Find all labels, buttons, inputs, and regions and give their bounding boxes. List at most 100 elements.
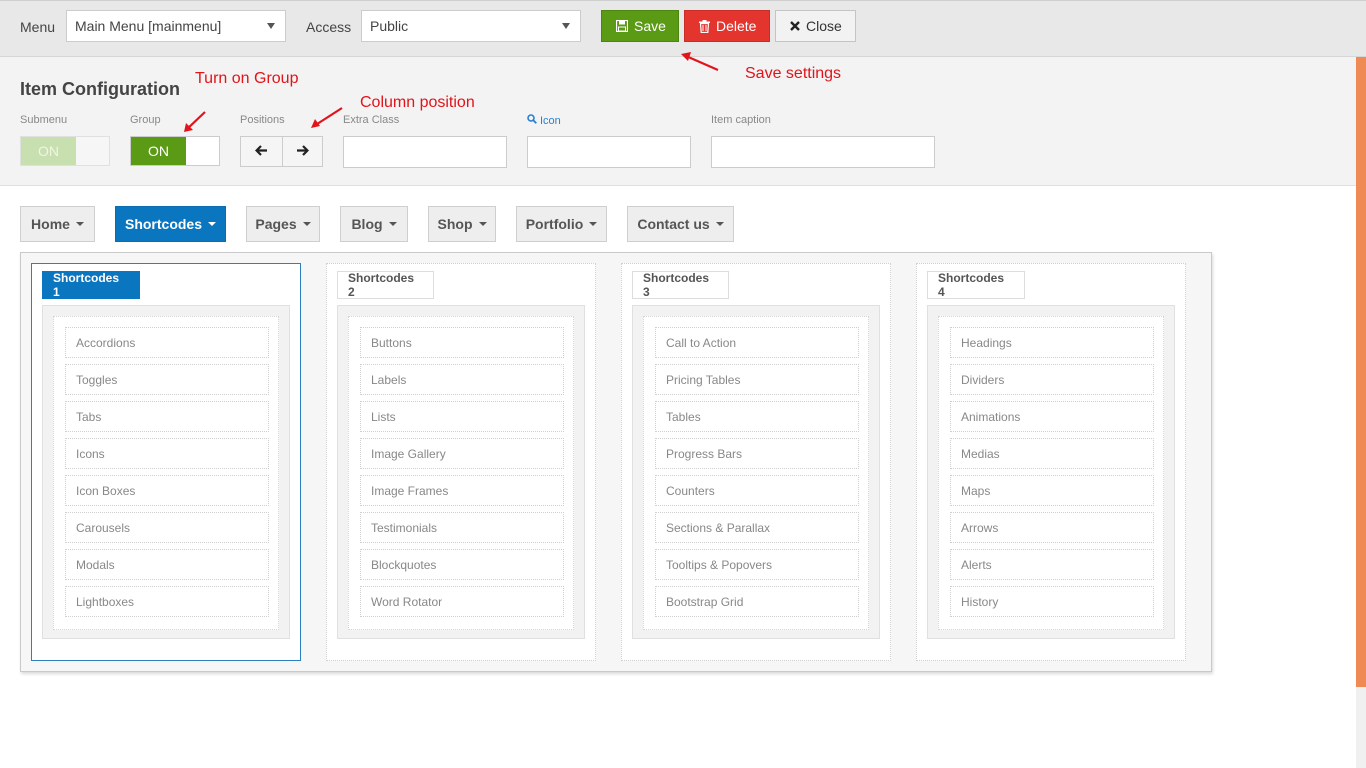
menu-item[interactable]: Arrows [950,512,1154,543]
menu-item[interactable]: Call to Action [655,327,859,358]
nav-item-home[interactable]: Home [20,206,95,242]
menu-item[interactable]: Bootstrap Grid [655,586,859,617]
extra-class-label: Extra Class [343,114,400,126]
column-body: Accordions Toggles Tabs Icons Icon Boxes Caro… [42,305,290,639]
menu-item[interactable]: Buttons [360,327,564,358]
menu-select[interactable]: Main Menu [mainmenu] [66,10,286,42]
caret-down-icon [715,222,724,226]
menu-column[interactable]: Shortcodes 2 Buttons Labels Lists Image Gall… [326,263,596,661]
nav-item-label: Shop [437,216,473,232]
nav-item-shortcodes[interactable]: Shortcodes [115,206,226,242]
nav-item-label: Blog [351,216,383,232]
nav-item-portfolio[interactable]: Portfolio [516,206,607,242]
position-left-button[interactable] [241,137,282,166]
menu-item[interactable]: Word Rotator [360,586,564,617]
delete-button[interactable]: Delete [684,10,770,42]
close-button-label: Close [806,18,842,34]
annotation-arrow-icon [311,107,343,128]
icon-field-label[interactable]: Icon [527,114,561,127]
caret-down-icon [302,222,311,226]
nav-item-label: Pages [255,216,297,232]
menu-item[interactable]: Carousels [65,512,269,543]
column-item-group: Accordions Toggles Tabs Icons Icon Boxes Caro… [53,316,279,630]
group-label: Group [130,114,161,126]
floppy-disk-icon [616,20,628,32]
menu-item[interactable]: Labels [360,364,564,395]
menu-column[interactable]: Shortcodes 4 Headings Dividers Animations Me… [916,263,1186,661]
column-item-group: Call to Action Pricing Tables Tables Progre… [643,316,869,630]
menu-item[interactable]: Tabs [65,401,269,432]
menu-item[interactable]: Dividers [950,364,1154,395]
column-body: Call to Action Pricing Tables Tables Progre… [632,305,880,639]
caret-down-icon [478,222,487,226]
nav-item-blog[interactable]: Blog [340,206,408,242]
icon-input[interactable] [527,136,691,168]
save-button[interactable]: Save [601,10,679,42]
menu-item[interactable]: Lightboxes [65,586,269,617]
chevron-down-icon [267,23,275,29]
menu-item[interactable]: Toggles [65,364,269,395]
delete-button-label: Delete [716,18,757,34]
submenu-label: Submenu [20,114,68,126]
menu-item[interactable]: Maps [950,475,1154,506]
menu-item[interactable]: Counters [655,475,859,506]
menu-item[interactable]: Testimonials [360,512,564,543]
menu-column[interactable]: Shortcodes 1 Accordions Toggles Tabs Icons Ic… [31,263,301,661]
nav-item-shop[interactable]: Shop [428,206,496,242]
menu-item[interactable]: History [950,586,1154,617]
group-toggle-state: ON [131,137,186,165]
extra-class-input[interactable] [343,136,507,168]
menu-item[interactable]: Alerts [950,549,1154,580]
menu-item[interactable]: Icons [65,438,269,469]
access-label: Access [306,19,352,35]
column-title[interactable]: Shortcodes 2 [337,271,434,299]
column-title[interactable]: Shortcodes 4 [927,271,1025,299]
chevron-down-icon [562,23,570,29]
menu-item[interactable]: Icon Boxes [65,475,269,506]
positions-button-group [240,136,323,167]
position-right-button[interactable] [281,137,323,166]
item-caption-input[interactable] [711,136,935,168]
menu-item[interactable]: Animations [950,401,1154,432]
menu-item[interactable]: Blockquotes [360,549,564,580]
access-select-value: Public [370,18,409,34]
arrow-left-icon [254,143,268,161]
access-select[interactable]: Public [361,10,581,42]
column-body: Headings Dividers Animations Medias Maps Arro… [927,305,1175,639]
nav-item-contact-us[interactable]: Contact us [627,206,734,242]
menu-item[interactable]: Tables [655,401,859,432]
nav-item-pages[interactable]: Pages [246,206,320,242]
menu-select-value: Main Menu [mainmenu] [75,18,222,34]
column-title[interactable]: Shortcodes 1 [42,271,140,299]
menu-item[interactable]: Pricing Tables [655,364,859,395]
menu-item[interactable]: Lists [360,401,564,432]
menu-column[interactable]: Shortcodes 3 Call to Action Pricing Tables… [621,263,891,661]
vertical-scrollbar[interactable] [1356,57,1366,768]
scrollbar-thumb[interactable] [1356,57,1366,687]
menu-item[interactable]: Medias [950,438,1154,469]
annotation-arrow-icon [184,111,206,132]
column-title[interactable]: Shortcodes 3 [632,271,729,299]
item-configuration-title: Item Configuration [20,79,180,99]
submenu-toggle-state: ON [21,137,76,165]
group-toggle[interactable]: ON [130,136,220,166]
menu-item[interactable]: Modals [65,549,269,580]
menu-label: Menu [20,19,56,35]
menu-item[interactable]: Sections & Parallax [655,512,859,543]
menu-item[interactable]: Progress Bars [655,438,859,469]
nav-item-label: Shortcodes [124,216,202,232]
menu-item[interactable]: Image Gallery [360,438,564,469]
submenu-toggle[interactable]: ON [20,136,110,166]
menu-item[interactable]: Accordions [65,327,269,358]
search-icon [527,114,537,127]
menu-item[interactable]: Tooltips & Popovers [655,549,859,580]
save-button-label: Save [634,18,666,34]
annotation-arrow-icon [681,52,719,72]
column-item-group: Headings Dividers Animations Medias Maps Arro… [938,316,1164,630]
icon-label-text: Icon [540,114,561,127]
menu-item[interactable]: Image Frames [360,475,564,506]
positions-label: Positions [240,114,285,126]
item-caption-label: Item caption [711,114,771,126]
close-button[interactable]: Close [775,10,856,42]
menu-item[interactable]: Headings [950,327,1154,358]
